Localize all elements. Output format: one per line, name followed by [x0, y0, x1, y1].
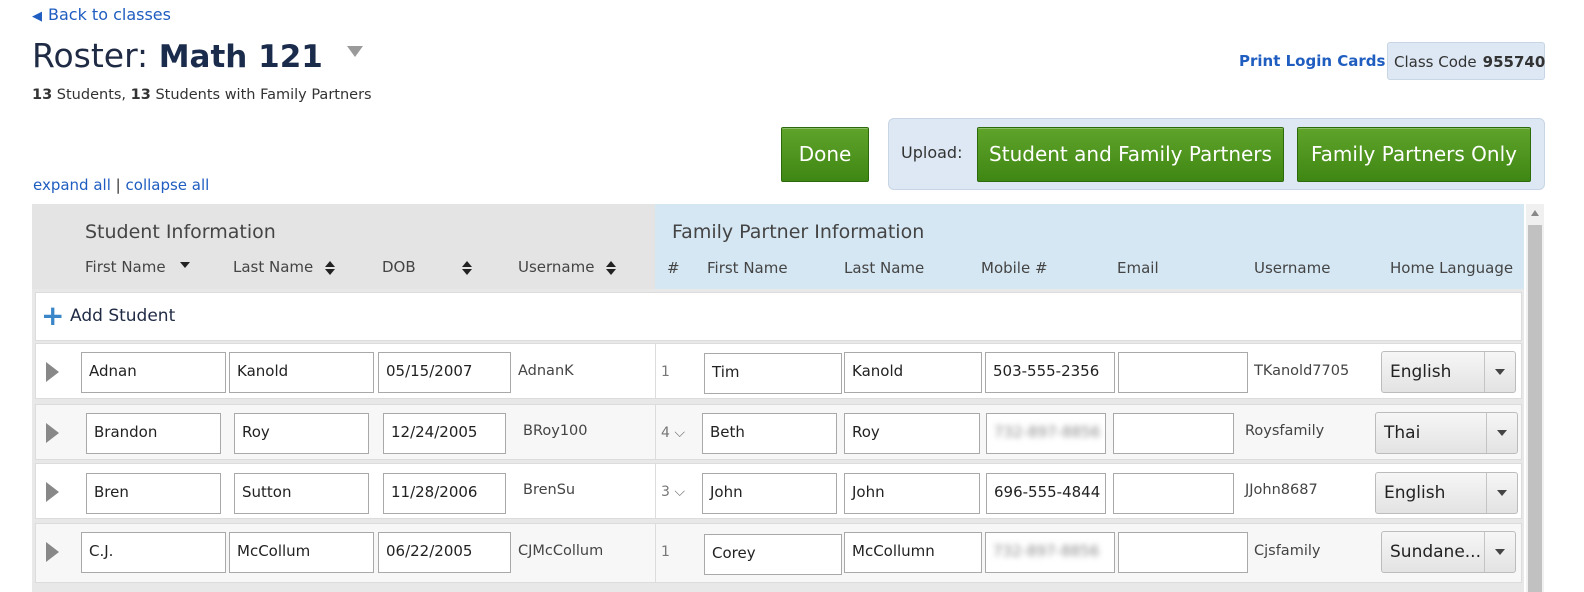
fp-username: JJohn8687 — [1245, 482, 1318, 498]
chevron-down-icon — [1486, 413, 1517, 453]
col-fp-mobile: Mobile # — [981, 259, 1048, 277]
sort-icon — [461, 260, 472, 275]
roster-summary: 13 Students, 13 Students with Family Par… — [32, 87, 372, 103]
plus-icon[interactable]: + — [41, 302, 64, 330]
table-row: Adnan Kanold 05/15/2007 AdnanK 1 Tim Kan… — [35, 343, 1522, 399]
upload-student-and-family-button[interactable]: Student and Family Partners — [977, 127, 1284, 182]
fp-first-name-input[interactable]: Corey — [704, 534, 842, 575]
fp-last-name-input[interactable]: McCollumn — [844, 532, 982, 573]
table-row: C.J. McCollum 06/22/2005 CJMcCollum 1 Co… — [35, 523, 1522, 583]
add-student-button[interactable]: Add Student — [70, 306, 175, 326]
home-language-select[interactable]: Sundane... — [1381, 531, 1516, 573]
add-student-row[interactable] — [35, 292, 1522, 341]
fp-email-input[interactable] — [1118, 352, 1248, 393]
page-title: Roster: Math 121 — [32, 36, 364, 75]
done-button[interactable]: Done — [781, 127, 869, 182]
chevron-down-icon: ⌵ — [669, 484, 685, 500]
first-name-input[interactable]: Brandon — [86, 413, 221, 454]
fp-index: 1 — [661, 364, 670, 380]
first-name-input[interactable]: Bren — [86, 473, 221, 514]
col-fp-email: Email — [1117, 259, 1159, 277]
dob-input[interactable]: 11/28/2006 — [383, 473, 506, 514]
col-dob[interactable]: DOB — [382, 258, 472, 276]
student-username: BrenSu — [523, 482, 576, 498]
fp-first-name-input[interactable]: Beth — [702, 413, 837, 454]
fp-last-name-input[interactable]: John — [844, 473, 980, 514]
col-fp-username: Username — [1254, 259, 1331, 277]
student-section-title: Student Information — [85, 221, 276, 243]
upload-label: Upload: — [901, 143, 963, 162]
expand-row-icon[interactable] — [46, 362, 59, 382]
student-username: CJMcCollum — [518, 543, 604, 559]
fp-first-name-input[interactable]: John — [702, 473, 837, 514]
student-username: BRoy100 — [523, 423, 588, 439]
back-arrow-icon: ◀ — [32, 9, 42, 24]
expand-row-icon[interactable] — [46, 423, 59, 443]
dob-input[interactable]: 05/15/2007 — [378, 352, 511, 393]
upload-family-only-button[interactable]: Family Partners Only — [1297, 127, 1531, 182]
expand-collapse-controls: expand all | collapse all — [33, 176, 210, 194]
fp-index[interactable]: 4 ⌵ — [661, 425, 685, 441]
dob-input[interactable]: 06/22/2005 — [378, 532, 511, 573]
home-language-select[interactable]: English — [1381, 351, 1516, 393]
back-to-classes-link[interactable]: ◀ Back to classes — [32, 5, 171, 24]
dob-input[interactable]: 12/24/2005 — [383, 413, 506, 454]
fp-mobile-input[interactable]: 696-555-4844 — [986, 473, 1106, 514]
chevron-down-icon — [1486, 473, 1517, 513]
fp-username: Roysfamily — [1245, 423, 1325, 439]
student-info-header — [32, 204, 655, 289]
expand-row-icon[interactable] — [46, 482, 59, 502]
col-fp-home-language: Home Language — [1390, 259, 1514, 277]
scrollbar-thumb[interactable] — [1528, 225, 1542, 592]
last-name-input[interactable]: McCollum — [229, 532, 374, 573]
student-username: AdnanK — [518, 363, 574, 379]
last-name-input[interactable]: Roy — [234, 413, 369, 454]
fp-mobile-input[interactable]: 732-897-8856 — [986, 413, 1106, 454]
col-fp-first-name: First Name — [707, 259, 788, 277]
fp-last-name-input[interactable]: Roy — [844, 413, 980, 454]
class-name: Math 121 — [158, 39, 323, 75]
home-language-select[interactable]: Thai — [1375, 412, 1518, 454]
class-code-badge: Class Code 955740 — [1387, 42, 1545, 80]
sort-icon — [325, 260, 336, 275]
family-section-title: Family Partner Information — [672, 221, 925, 243]
table-row: Bren Sutton 11/28/2006 BrenSu 3 ⌵ John J… — [35, 463, 1522, 519]
fp-email-input[interactable] — [1118, 532, 1248, 573]
print-login-cards-link[interactable]: Print Login Cards — [1239, 52, 1385, 70]
fp-mobile-input[interactable]: 732-897-8856 — [985, 532, 1115, 573]
col-username[interactable]: Username — [518, 258, 617, 276]
home-language-select[interactable]: English — [1375, 472, 1518, 514]
sort-desc-icon — [179, 262, 190, 268]
chevron-down-icon: ⌵ — [669, 425, 685, 441]
expand-row-icon[interactable] — [46, 542, 59, 562]
col-fp-number: # — [667, 259, 680, 277]
col-fp-last-name: Last Name — [844, 259, 925, 277]
fp-mobile-input[interactable]: 503-555-2356 — [985, 352, 1115, 393]
col-last-name[interactable]: Last Name — [233, 258, 336, 276]
fp-email-input[interactable] — [1113, 413, 1234, 454]
first-name-input[interactable]: Adnan — [81, 352, 226, 393]
chevron-down-icon — [1484, 532, 1515, 572]
fp-index: 1 — [661, 544, 670, 560]
fp-index[interactable]: 3 ⌵ — [661, 484, 685, 500]
last-name-input[interactable]: Kanold — [229, 352, 374, 393]
fp-last-name-input[interactable]: Kanold — [844, 352, 982, 393]
first-name-input[interactable]: C.J. — [81, 532, 226, 573]
last-name-input[interactable]: Sutton — [234, 473, 369, 514]
fp-email-input[interactable] — [1113, 473, 1234, 514]
fp-username: TKanold7705 — [1254, 363, 1350, 379]
expand-all-link[interactable]: expand all — [33, 176, 111, 194]
class-dropdown-caret-icon[interactable] — [347, 46, 364, 57]
fp-username: Cjsfamily — [1254, 543, 1321, 559]
chevron-down-icon — [1484, 352, 1515, 392]
table-row: Brandon Roy 12/24/2005 BRoy100 4 ⌵ Beth … — [35, 404, 1522, 460]
sort-icon — [606, 260, 617, 275]
fp-first-name-input[interactable]: Tim — [704, 353, 842, 394]
col-first-name[interactable]: First Name — [85, 258, 190, 276]
scroll-up-icon[interactable] — [1531, 210, 1539, 216]
collapse-all-link[interactable]: collapse all — [126, 176, 210, 194]
